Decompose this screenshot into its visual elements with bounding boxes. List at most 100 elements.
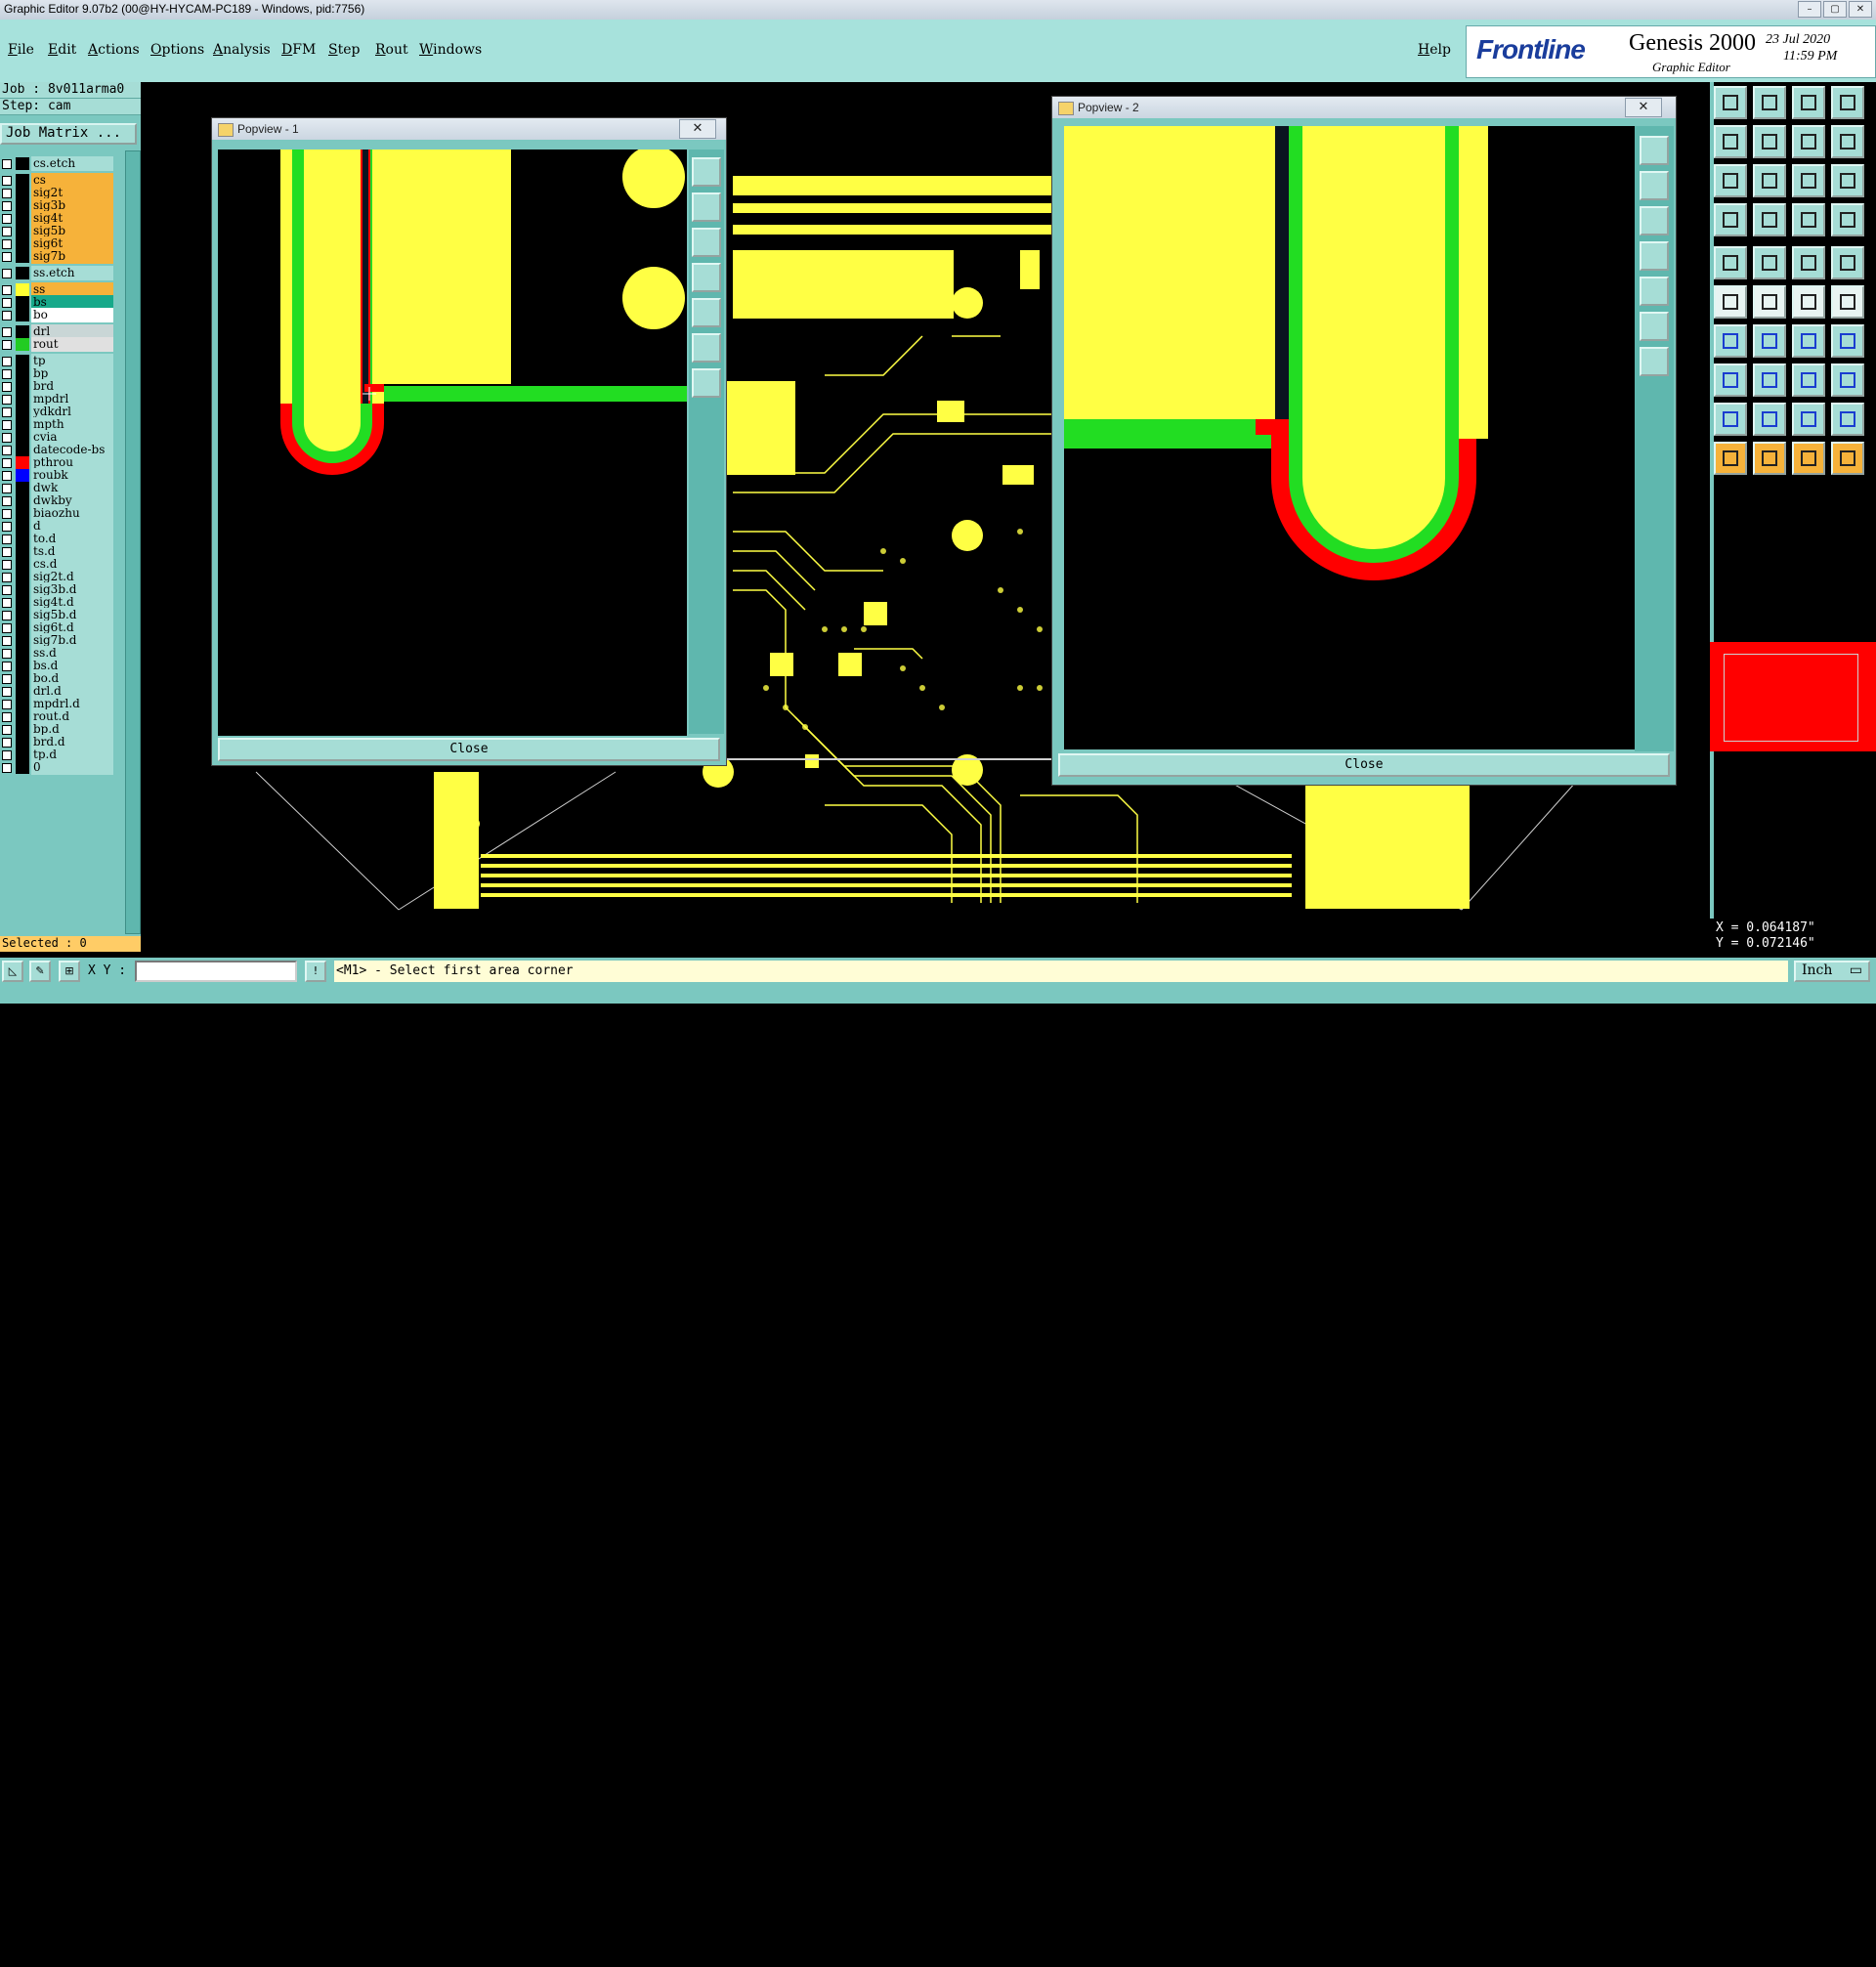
scale-icon[interactable] [1792,164,1825,197]
rotate-icon[interactable] [1753,164,1786,197]
fit-icon[interactable] [1640,136,1669,165]
window-icon[interactable] [1831,86,1864,119]
zoom-out-icon[interactable] [1640,347,1669,376]
down-arrow-icon[interactable] [1640,206,1669,235]
arc-icon[interactable] [1792,324,1825,358]
angle-icon[interactable] [1714,324,1747,358]
popview-2-window[interactable]: Popview - 2 ✕ Close [1051,96,1677,786]
layer-checkbox[interactable] [2,573,12,582]
layer-row[interactable]: bo [0,308,115,322]
layer-checkbox[interactable] [2,662,12,671]
layer-color-swatch[interactable] [16,338,29,351]
layer-checkbox[interactable] [2,522,12,532]
layer-row[interactable]: sig7b [0,249,115,264]
layer-checkbox[interactable] [2,611,12,620]
pointer-icon[interactable] [1714,442,1747,475]
menu-file[interactable]: File [8,42,34,58]
layer-checkbox[interactable] [2,458,12,468]
right-arrow-icon[interactable] [692,298,721,327]
layer-checkbox[interactable] [2,395,12,405]
overview-preview[interactable] [1710,642,1876,751]
close-window-button[interactable]: ✕ [1849,1,1872,18]
layer-checkbox[interactable] [2,269,12,278]
up-arrow-icon[interactable] [692,192,721,222]
layer-checkbox[interactable] [2,201,12,211]
left-arrow-icon[interactable] [1714,125,1747,158]
layer-checkbox[interactable] [2,340,12,350]
layer-checkbox[interactable] [2,674,12,684]
layer-checkbox[interactable] [2,239,12,249]
job-matrix-button[interactable]: Job Matrix ... [0,123,137,145]
layer-checkbox[interactable] [2,369,12,379]
minimize-button[interactable]: – [1798,1,1821,18]
layer-color-swatch[interactable] [16,309,29,321]
window-title-bar[interactable]: Graphic Editor 9.07b2 (00@HY-HYCAM-PC189… [0,0,1876,21]
layer-icon[interactable] [1831,203,1864,236]
xy-input[interactable] [135,961,297,982]
left-arrow-icon[interactable] [1640,241,1669,271]
menu-actions[interactable]: Actions [88,42,140,58]
feature-icon[interactable] [1831,324,1864,358]
pointer-icon[interactable] [1831,442,1864,475]
units-dropdown[interactable]: Inch ▭ [1794,961,1870,982]
pointer-icon[interactable] [1753,442,1786,475]
triangle-icon[interactable] [1792,403,1825,436]
layer-checkbox[interactable] [2,712,12,722]
snap-icon[interactable] [1714,363,1747,397]
layer-color-swatch[interactable] [16,250,29,263]
home-icon[interactable] [1792,86,1825,119]
layer-checkbox[interactable] [2,496,12,506]
menu-windows[interactable]: Windows [419,42,482,58]
popview-1-canvas[interactable] [218,150,687,736]
layer-checkbox[interactable] [2,327,12,337]
triangle-icon[interactable] [1753,403,1786,436]
zoom-out-icon[interactable] [692,368,721,398]
layer-checkbox[interactable] [2,214,12,224]
line-icon[interactable] [1792,246,1825,279]
layer-checkbox[interactable] [2,535,12,544]
layer-checkbox[interactable] [2,446,12,455]
triangle-icon[interactable] [1831,403,1864,436]
down-arrow-icon[interactable] [692,228,721,257]
layer-checkbox[interactable] [2,598,12,608]
layer-checkbox[interactable] [2,407,12,417]
fit-icon[interactable] [692,157,721,187]
up-arrow-icon[interactable] [1714,86,1747,119]
measure-tool-icon[interactable]: ✎ [29,961,51,982]
layer-checkbox[interactable] [2,285,12,295]
layer-row[interactable]: ss.etch [0,266,115,280]
menu-rout[interactable]: Rout [375,42,408,58]
menu-step[interactable]: Step [328,42,360,58]
layer-checkbox[interactable] [2,189,12,198]
zoom-icon[interactable] [1792,125,1825,158]
layer-checkbox[interactable] [2,176,12,186]
right-arrow-icon[interactable] [1640,277,1669,306]
connect-icon[interactable] [1714,285,1747,319]
select-box-icon[interactable] [1792,363,1825,397]
menu-analysis[interactable]: Analysis [213,42,271,58]
minus-icon[interactable] [1753,363,1786,397]
pad-icon[interactable] [1714,246,1747,279]
layer-checkbox[interactable] [2,547,12,557]
layer-checkbox[interactable] [2,420,12,430]
step-icon[interactable] [1831,125,1864,158]
layer-checkbox[interactable] [2,623,12,633]
zoom-in-icon[interactable] [1640,312,1669,341]
layer-checkbox[interactable] [2,700,12,709]
palette-icon[interactable] [1714,203,1747,236]
layer-checkbox[interactable] [2,298,12,308]
layer-row[interactable]: cs.etch [0,156,115,171]
down-arrow-icon[interactable] [1753,86,1786,119]
pointer-icon[interactable] [1792,442,1825,475]
triangle-icon[interactable] [1714,403,1747,436]
layer-checkbox[interactable] [2,484,12,493]
grid-icon[interactable]: ⊞ [59,961,80,982]
layer-checkbox[interactable] [2,649,12,659]
layer-icon[interactable] [1792,203,1825,236]
popview-1-close-button[interactable]: Close [218,738,720,761]
layer-color-swatch[interactable] [16,157,29,170]
layer-checkbox[interactable] [2,509,12,519]
zoom-in-icon[interactable] [692,333,721,363]
layer-checkbox[interactable] [2,433,12,443]
edit-icon[interactable] [1831,285,1864,319]
